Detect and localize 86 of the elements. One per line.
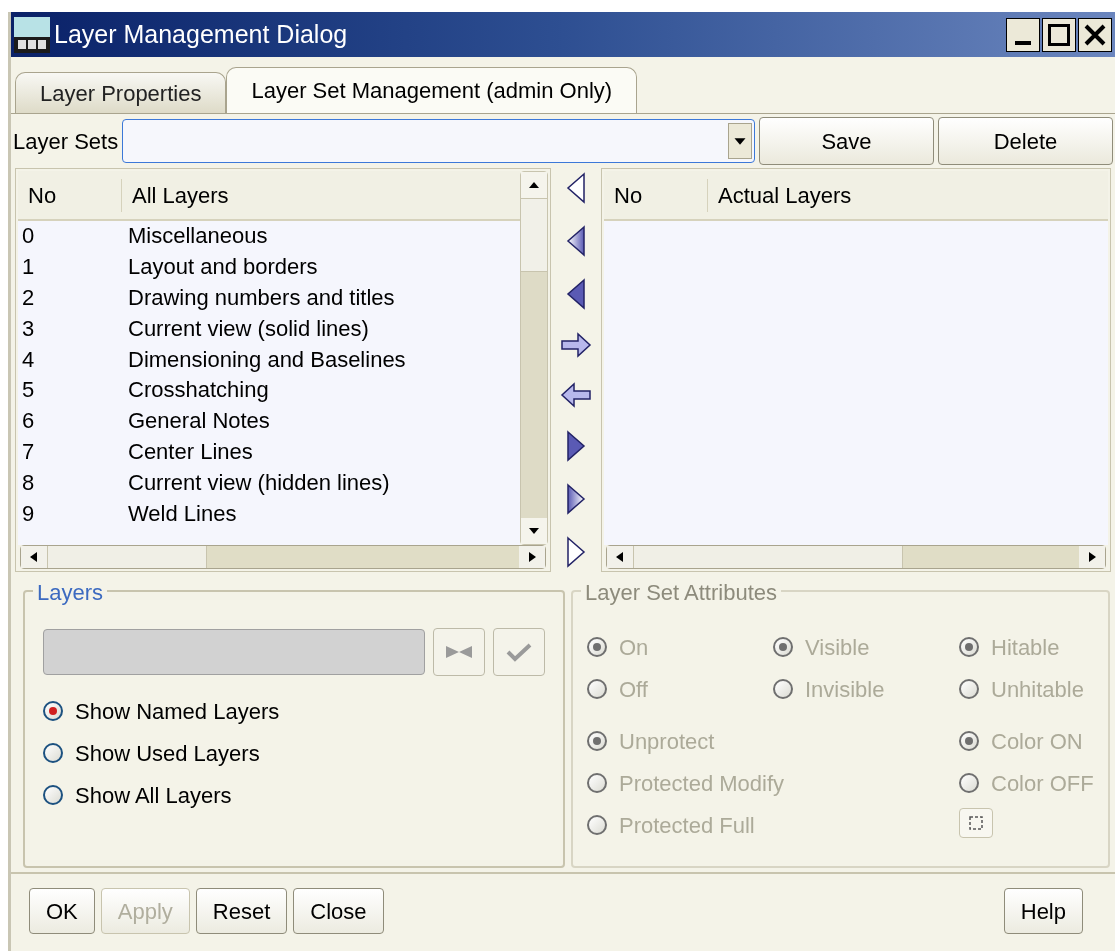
window-title: Layer Management Dialog xyxy=(54,18,348,50)
radio-label: Color ON xyxy=(991,727,1083,756)
radio-label: Show Named Layers xyxy=(75,697,280,726)
radio-label: Hitable xyxy=(991,633,1060,662)
left-arrow-icon[interactable] xyxy=(560,380,592,409)
tab[interactable]: Layer Set Management (admin Only) xyxy=(226,67,638,113)
layer-sets-dropdown[interactable] xyxy=(122,119,755,163)
radio-label: Off xyxy=(619,675,648,704)
layer-name[interactable]: Current view (hidden lines) xyxy=(128,469,390,496)
layer-name[interactable]: Current view (solid lines) xyxy=(128,315,369,342)
layer-name[interactable]: General Notes xyxy=(128,408,270,435)
layer-name[interactable]: Weld Lines xyxy=(128,500,237,527)
radio-label: Protected Modify xyxy=(619,769,785,798)
dialog-button[interactable]: Reset xyxy=(195,888,288,934)
close-icon xyxy=(1084,23,1106,46)
scroll-down-icon[interactable] xyxy=(521,518,547,544)
layer-number: 6 xyxy=(21,408,36,435)
toolbar-button[interactable]: Delete xyxy=(938,117,1113,165)
name-input-field[interactable] xyxy=(43,629,425,675)
app-logo-icon xyxy=(14,16,50,53)
right-triangle-icon[interactable] xyxy=(564,536,588,568)
radio-label: Show All Layers xyxy=(75,781,232,810)
horizontal-scrollbar[interactable] xyxy=(20,545,546,569)
right-triangle-icon[interactable] xyxy=(564,482,588,515)
radio-label: Protected Full xyxy=(619,811,755,840)
scroll-thumb[interactable] xyxy=(633,546,903,568)
bowtie-icon xyxy=(445,645,473,659)
scroll-thumb[interactable] xyxy=(47,546,207,568)
layer-number: 5 xyxy=(21,377,36,404)
checkmark-icon xyxy=(506,642,532,662)
scroll-right-icon[interactable] xyxy=(1079,546,1105,568)
dashed-square-icon xyxy=(969,816,983,830)
column-header[interactable]: No xyxy=(18,178,122,212)
layer-number: 4 xyxy=(21,346,36,373)
dropdown-caret-icon xyxy=(728,123,752,159)
dialog-button[interactable]: OK xyxy=(29,888,95,934)
scroll-up-icon[interactable] xyxy=(521,172,547,198)
layer-number: 8 xyxy=(21,469,36,496)
radio-label: On xyxy=(619,633,649,662)
column-header[interactable]: All Layers xyxy=(122,178,229,212)
radio-button[interactable] xyxy=(43,743,63,763)
radio-button[interactable] xyxy=(43,785,63,805)
layer-number: 7 xyxy=(21,438,36,465)
layer-name[interactable]: Center Lines xyxy=(128,438,253,465)
vertical-scrollbar[interactable] xyxy=(520,171,548,545)
right-triangle-icon[interactable] xyxy=(564,429,588,462)
radio-label: Color OFF xyxy=(991,769,1094,798)
help-button[interactable]: Help xyxy=(1003,888,1083,934)
layer-number: 2 xyxy=(21,285,36,311)
left-triangle-icon[interactable] xyxy=(564,225,588,258)
maximize-button[interactable] xyxy=(1042,17,1076,52)
layer-number: 0 xyxy=(21,223,36,250)
radio-label: Unhitable xyxy=(991,675,1084,704)
layer-name[interactable]: Layout and borders xyxy=(128,254,318,281)
close-button[interactable] xyxy=(1078,17,1112,52)
scroll-left-icon[interactable] xyxy=(607,546,633,568)
layer-number: 1 xyxy=(21,254,36,281)
confirm-button[interactable] xyxy=(493,628,545,676)
layer-number: 3 xyxy=(21,315,36,342)
left-triangle-icon[interactable] xyxy=(564,278,588,311)
radio-label: Visible xyxy=(805,633,870,662)
cancel-button[interactable] xyxy=(433,628,485,676)
left-triangle-icon[interactable] xyxy=(564,172,588,204)
radio-label: Unprotect xyxy=(619,727,715,756)
scroll-right-icon[interactable] xyxy=(519,546,545,568)
radio-button[interactable] xyxy=(43,701,63,721)
radio-label: Invisible xyxy=(805,675,885,704)
minimize-icon xyxy=(1015,40,1031,45)
horizontal-scrollbar[interactable] xyxy=(606,545,1106,569)
tab[interactable]: Layer Properties xyxy=(15,72,227,113)
dialog-button[interactable]: Close xyxy=(293,888,384,934)
column-header[interactable]: Actual Layers xyxy=(708,178,852,212)
column-header[interactable]: No xyxy=(604,178,708,212)
layer-name[interactable]: Drawing numbers and titles xyxy=(128,285,395,311)
scroll-left-icon[interactable] xyxy=(21,546,47,568)
maximize-icon xyxy=(1048,23,1070,46)
minimize-button[interactable] xyxy=(1006,17,1040,52)
toolbar-button[interactable]: Save xyxy=(759,117,934,165)
layer-name[interactable]: Crosshatching xyxy=(128,377,269,404)
field-label: Layer Sets xyxy=(13,127,119,156)
layer-name[interactable]: Dimensioning and Baselines xyxy=(128,346,406,373)
right-arrow-icon[interactable] xyxy=(560,331,592,360)
layer-name[interactable]: Miscellaneous xyxy=(128,223,268,250)
layer-number: 9 xyxy=(21,500,36,527)
scroll-thumb[interactable] xyxy=(521,198,547,272)
radio-label: Show Used Layers xyxy=(75,739,260,768)
